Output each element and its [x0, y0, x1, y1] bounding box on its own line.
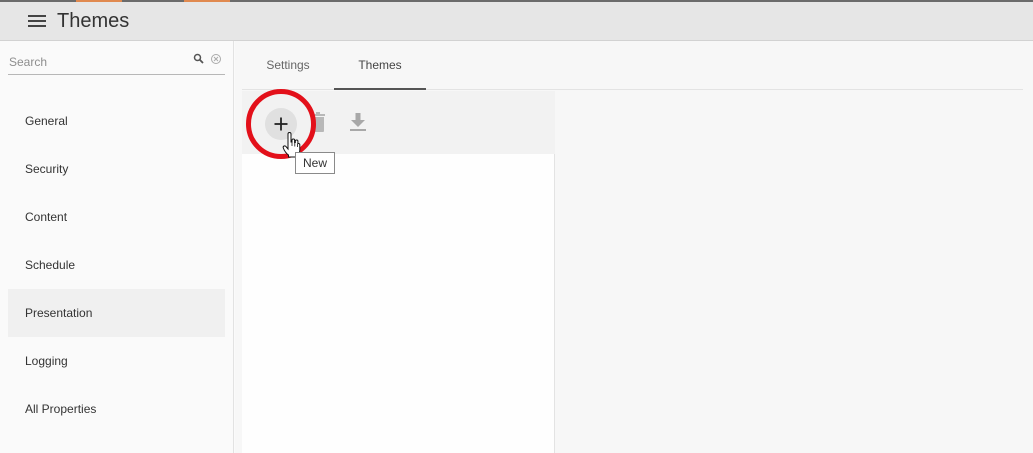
sidebar-item-label: Security — [25, 162, 69, 176]
sidebar: General Security Content Schedule Presen… — [0, 41, 234, 453]
sidebar-item-general[interactable]: General — [8, 97, 225, 145]
sidebar-item-presentation[interactable]: Presentation — [8, 289, 225, 337]
delete-theme-button[interactable] — [308, 112, 328, 134]
download-theme-button[interactable] — [346, 110, 370, 134]
main-content: Settings Themes New — [235, 41, 1033, 453]
sidebar-item-content[interactable]: Content — [8, 193, 225, 241]
sidebar-item-all-properties[interactable]: All Properties — [8, 385, 225, 433]
search-field — [8, 50, 225, 75]
sidebar-item-label: Schedule — [25, 258, 76, 272]
sidebar-item-schedule[interactable]: Schedule — [8, 241, 225, 289]
new-button-tooltip: New — [295, 152, 336, 174]
trash-icon — [311, 112, 325, 132]
theme-detail-panel — [555, 91, 1023, 453]
sidebar-item-label: Presentation — [25, 306, 93, 320]
themes-list-panel: New — [242, 89, 555, 453]
sidebar-item-label: Content — [25, 210, 68, 224]
tab-settings[interactable]: Settings — [242, 41, 334, 89]
download-icon — [350, 113, 366, 131]
page-title: Themes — [57, 9, 130, 32]
sidebar-item-label: General — [25, 114, 68, 128]
search-icon[interactable] — [193, 52, 205, 64]
new-theme-button[interactable] — [265, 108, 297, 140]
sidebar-item-security[interactable]: Security — [8, 145, 225, 193]
sidebar-item-label: Logging — [25, 354, 68, 368]
tab-themes[interactable]: Themes — [334, 41, 426, 90]
sidebar-item-label: All Properties — [25, 402, 97, 416]
search-input[interactable] — [9, 53, 179, 71]
clear-icon[interactable] — [210, 52, 222, 64]
sidebar-item-logging[interactable]: Logging — [8, 337, 225, 385]
sidebar-nav: General Security Content Schedule Presen… — [8, 97, 225, 433]
tab-bar: Settings Themes — [242, 41, 1023, 90]
app-header: Themes — [0, 2, 1033, 41]
hamburger-menu-icon[interactable] — [26, 10, 48, 32]
plus-icon — [274, 117, 288, 131]
themes-toolbar: New — [242, 89, 555, 174]
